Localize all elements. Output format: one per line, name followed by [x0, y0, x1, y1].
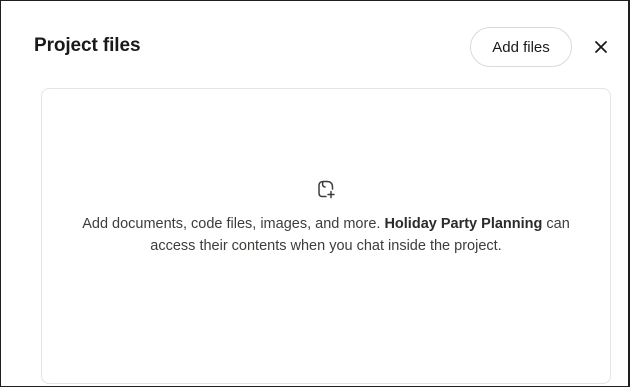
dropzone-description: Add documents, code files, images, and m…: [72, 214, 580, 257]
file-dropzone[interactable]: Add documents, code files, images, and m…: [41, 88, 611, 384]
project-files-panel: Project files Add files Add documents, c…: [0, 0, 630, 387]
panel-header: Project files Add files: [1, 1, 628, 91]
add-file-icon: [318, 180, 335, 199]
add-files-button[interactable]: Add files: [470, 27, 572, 67]
close-icon: [595, 41, 607, 53]
panel-title: Project files: [34, 35, 141, 56]
project-name: Holiday Party Planning: [384, 216, 543, 232]
description-text-before: Add documents, code files, images, and m…: [82, 216, 385, 232]
close-button[interactable]: [589, 35, 613, 59]
